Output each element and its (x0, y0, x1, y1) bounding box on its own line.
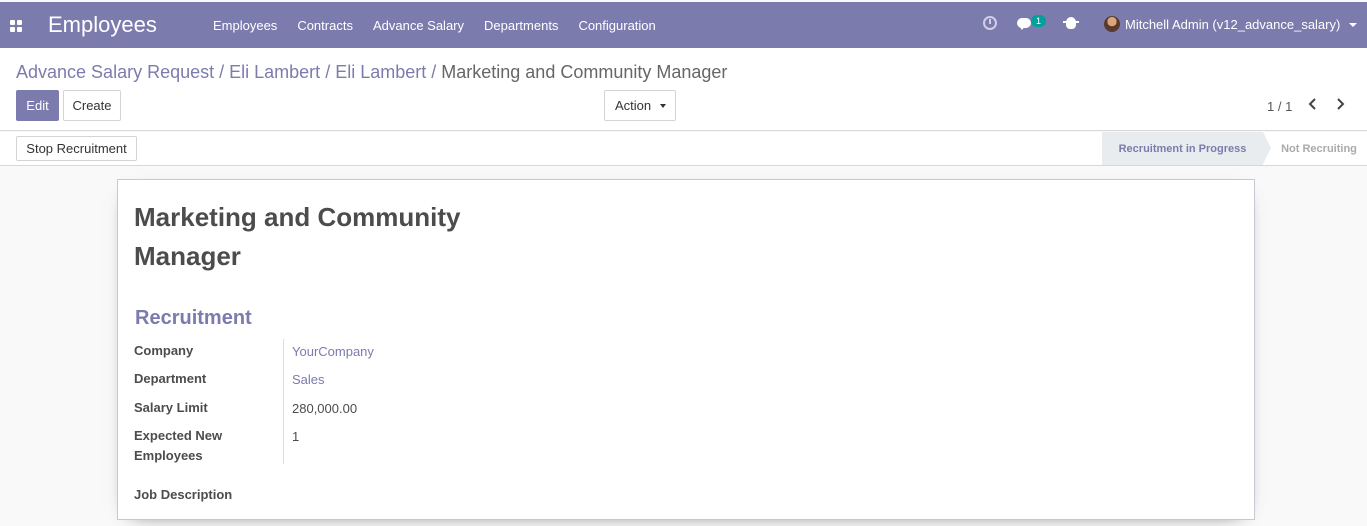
salary-limit-value: 280,000.00 (292, 401, 358, 416)
action-caret-icon (660, 104, 666, 108)
user-avatar[interactable] (1104, 16, 1120, 32)
company-value-link[interactable]: YourCompany (292, 344, 374, 359)
user-menu-name[interactable]: Mitchell Admin (v12_advance_salary) (1125, 17, 1340, 32)
create-button[interactable]: Create (63, 90, 121, 121)
stop-recruitment-button[interactable]: Stop Recruitment (16, 136, 137, 161)
salary-limit-label: Salary Limit (134, 400, 208, 415)
form-sheet: Marketing and Community Manager Recruitm… (117, 179, 1255, 520)
stage-recruitment-in-progress[interactable]: Recruitment in Progress (1102, 132, 1271, 165)
breadcrumb-advance-salary-request[interactable]: Advance Salary Request (16, 62, 214, 82)
debug-bug-icon[interactable] (1063, 17, 1079, 29)
breadcrumb-employee-1[interactable]: Eli Lambert (229, 62, 320, 82)
stage-not-recruiting[interactable]: Not Recruiting (1271, 132, 1367, 165)
menu-item-advance-salary[interactable]: Advance Salary (363, 18, 474, 33)
form-statusbar: Stop Recruitment Recruitment in Progress… (0, 132, 1367, 166)
menu-item-departments[interactable]: Departments (474, 18, 568, 33)
breadcrumb-separator: / (431, 62, 437, 82)
user-menu-caret-icon[interactable] (1349, 23, 1357, 27)
breadcrumb-separator: / (325, 62, 331, 82)
action-label: Action (615, 98, 652, 113)
action-dropdown-button[interactable]: Action (604, 90, 676, 121)
edit-button[interactable]: Edit (16, 90, 59, 121)
control-panel: Advance Salary Request / Eli Lambert / Eli L… (0, 48, 1367, 131)
menu-item-configuration[interactable]: Configuration (568, 18, 665, 33)
breadcrumb-separator: / (219, 62, 225, 82)
app-title: Employees (48, 12, 157, 37)
main-menu: Employees Contracts Advance Salary Depar… (203, 2, 666, 48)
activity-clock-icon[interactable] (983, 16, 997, 30)
apps-menu-icon[interactable] (10, 20, 22, 32)
job-title: Marketing and Community Manager (134, 202, 461, 271)
chat-counter-badge: 1 (1031, 15, 1046, 27)
pager-next-icon[interactable] (1333, 97, 1347, 111)
expected-new-employees-value: 1 (292, 429, 300, 444)
breadcrumb: Advance Salary Request / Eli Lambert / Eli L… (16, 62, 727, 83)
breadcrumb-employee-2[interactable]: Eli Lambert (335, 62, 426, 82)
company-label: Company (134, 343, 194, 358)
menu-item-contracts[interactable]: Contracts (287, 18, 363, 33)
pager-previous-icon[interactable] (1306, 97, 1320, 111)
menu-item-employees[interactable]: Employees (203, 18, 287, 33)
expected-new-employees-label: Expected New Employees (134, 428, 223, 463)
recruitment-section-title: Recruitment (135, 307, 252, 329)
department-value-link[interactable]: Sales (292, 372, 325, 387)
field-divider (283, 339, 284, 464)
job-description-label: Job Description (134, 487, 233, 502)
pager-value[interactable]: 1 / 1 (1267, 99, 1292, 114)
department-label: Department (134, 371, 207, 386)
messaging-chat-icon[interactable] (1017, 18, 1031, 30)
breadcrumb-current-job: Marketing and Community Manager (441, 62, 728, 82)
